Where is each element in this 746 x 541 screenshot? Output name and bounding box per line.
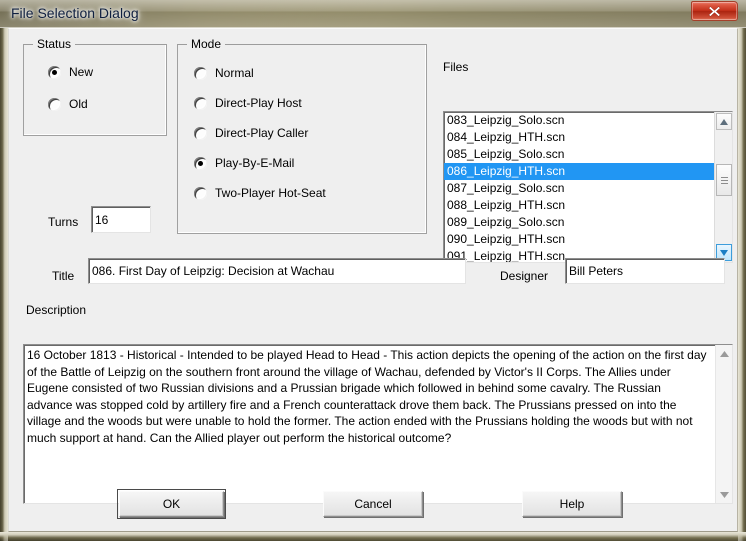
scrollbar-grip-icon (720, 175, 728, 186)
radio-indicator (194, 66, 207, 80)
dialog-client-area: Status New Old Mode Normal Direct-Play H… (8, 28, 738, 532)
radio-label: Two-Player Hot-Seat (215, 186, 326, 200)
files-listbox[interactable]: 083_Leipzig_Solo.scn 084_Leipzig_HTH.scn… (443, 111, 733, 263)
scroll-down-arrow-icon (720, 249, 728, 256)
description-value: 16 October 1813 - Historical - Intended … (27, 348, 707, 445)
status-groupbox: Status New Old (23, 37, 167, 136)
title-label: Title (52, 269, 75, 283)
designer-label: Designer (500, 269, 549, 283)
files-scroll-up-button[interactable] (716, 113, 732, 130)
files-items-container: 083_Leipzig_Solo.scn 084_Leipzig_HTH.scn… (444, 112, 714, 262)
turns-label: Turns (48, 215, 79, 229)
radio-indicator (48, 97, 61, 111)
radio-label: Direct-Play Caller (215, 126, 309, 140)
ok-button[interactable]: OK (117, 489, 226, 519)
description-scrollbar[interactable] (715, 345, 732, 503)
help-button[interactable]: Help (522, 491, 622, 517)
list-item-selected[interactable]: 086_Leipzig_HTH.scn (444, 163, 714, 180)
mode-groupbox: Mode Normal Direct-Play Host Direct-Play… (177, 37, 427, 234)
radio-label: New (69, 65, 94, 79)
description-textarea[interactable]: 16 October 1813 - Historical - Intended … (23, 344, 733, 504)
file-selection-dialog-window: File Selection Dialog Status New Old Mod… (0, 0, 746, 541)
title-input[interactable]: 086. First Day of Leipzig: Decision at W… (88, 258, 466, 284)
close-icon (708, 5, 721, 17)
radio-mode-play-by-email[interactable]: Play-By-E-Mail (194, 156, 294, 170)
radio-label: Direct-Play Host (215, 96, 302, 110)
radio-status-new[interactable]: New (48, 65, 93, 79)
designer-value: Bill Peters (569, 264, 624, 278)
turns-value: 16 (95, 212, 109, 227)
radio-indicator (194, 126, 207, 140)
radio-label: Old (69, 97, 88, 111)
window-title: File Selection Dialog (11, 5, 139, 21)
list-item[interactable]: 084_Leipzig_HTH.scn (444, 129, 714, 146)
files-label: Files (443, 60, 469, 74)
list-item[interactable]: 087_Leipzig_Solo.scn (444, 180, 714, 197)
radio-mode-direct-play-caller[interactable]: Direct-Play Caller (194, 126, 308, 140)
window-bottom-border (0, 532, 746, 541)
files-scrollbar-thumb[interactable] (716, 164, 732, 196)
scroll-down-arrow-icon (720, 491, 729, 498)
cancel-button[interactable]: Cancel (323, 491, 423, 517)
list-item[interactable]: 085_Leipzig_Solo.scn (444, 146, 714, 163)
description-scroll-down-button[interactable] (716, 486, 732, 503)
close-button[interactable] (691, 1, 738, 21)
radio-mode-two-player-hot-seat[interactable]: Two-Player Hot-Seat (194, 186, 326, 200)
mode-groupbox-label: Mode (187, 37, 226, 51)
scroll-up-arrow-icon (720, 350, 729, 357)
designer-input[interactable]: Bill Peters (565, 258, 725, 284)
radio-label: Normal (215, 66, 254, 80)
description-label: Description (26, 303, 87, 317)
status-groupbox-label: Status (33, 37, 76, 51)
radio-indicator (194, 186, 207, 200)
radio-label: Play-By-E-Mail (215, 156, 295, 170)
radio-status-old[interactable]: Old (48, 97, 88, 111)
window-right-border (738, 28, 746, 541)
radio-indicator (48, 65, 61, 79)
turns-input[interactable]: 16 (91, 206, 151, 233)
window-left-border (0, 28, 8, 541)
radio-mode-normal[interactable]: Normal (194, 66, 254, 80)
list-item[interactable]: 089_Leipzig_Solo.scn (444, 214, 714, 231)
list-item[interactable]: 088_Leipzig_HTH.scn (444, 197, 714, 214)
description-scroll-up-button[interactable] (716, 345, 732, 362)
list-item[interactable]: 090_Leipzig_HTH.scn (444, 231, 714, 248)
radio-indicator (194, 96, 207, 110)
scroll-up-arrow-icon (720, 118, 728, 125)
radio-indicator (194, 156, 207, 170)
list-item[interactable]: 083_Leipzig_Solo.scn (444, 112, 714, 129)
files-scrollbar[interactable] (714, 112, 732, 262)
title-value: 086. First Day of Leipzig: Decision at W… (92, 264, 335, 278)
groupbox-bevel (24, 45, 166, 135)
radio-mode-direct-play-host[interactable]: Direct-Play Host (194, 96, 302, 110)
window-titlebar[interactable]: File Selection Dialog (0, 0, 746, 28)
